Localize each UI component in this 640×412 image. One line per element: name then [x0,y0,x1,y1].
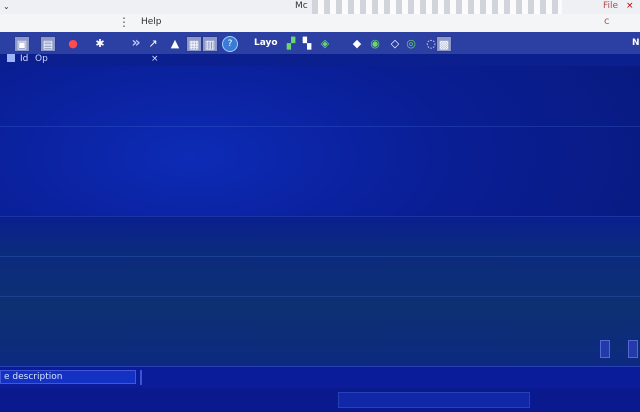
layout-icon-7[interactable]: ◎ [404,36,418,50]
menu-bar: ⋮ Help c [0,14,640,32]
options-icon[interactable] [7,54,15,62]
toolbar-right-label[interactable]: N [632,38,640,48]
star-icon[interactable]: ✱ [93,36,107,50]
cursor-icon[interactable]: ▲ [168,36,182,50]
status-divider [140,370,142,385]
layout-icon-4[interactable]: ◆ [350,36,364,50]
bottom-panel [0,388,640,412]
layout-icon-9[interactable]: ▩ [436,36,452,52]
options-bar: Id Op × [0,54,640,66]
main-toolbar: ▣ ▤ ● ✱ » ↗ ▲ ▦ ▥ ? Layo ▞ ▚ ◈ ◆ ◉ ◇ ◎ ◌… [0,32,640,55]
canvas-row [0,126,640,141]
save-icon[interactable]: ▣ [14,36,30,52]
menu-right-item[interactable]: c [604,16,610,27]
arrow-icon[interactable]: ↗ [146,36,160,50]
menu-help[interactable]: Help [141,17,162,27]
layout-icon-3[interactable]: ◈ [318,36,332,50]
canvas-row [0,216,640,231]
window-menu-chevron-icon[interactable]: ⌄ [3,3,11,11]
id-label[interactable]: Id [20,54,28,64]
description-field[interactable] [0,370,136,384]
layout-icon-1[interactable]: ▞ [284,36,298,50]
workspace-canvas[interactable] [0,66,640,366]
close-options-icon[interactable]: × [151,54,159,64]
layout-icon-2[interactable]: ▚ [300,36,314,50]
canvas-row [0,256,640,271]
scroll-handle-left[interactable] [600,340,610,358]
scroll-handle-right[interactable] [628,340,638,358]
help-icon[interactable]: ? [222,36,238,52]
menu-separator-icon: ⋮ [118,15,130,29]
grid-icon[interactable]: ▥ [202,36,218,52]
bottom-field[interactable] [338,392,530,408]
title-bar-pattern [312,0,562,14]
layout-icon-6[interactable]: ◇ [388,36,402,50]
layout-icon-5[interactable]: ◉ [368,36,382,50]
canvas-row [0,296,640,311]
options-label[interactable]: Op [35,54,48,64]
title-bar: ⌄ Mc File × [0,0,640,15]
file-label[interactable]: File [603,1,618,11]
expand-icon[interactable]: » [127,35,145,51]
window-title: Mc [295,1,308,11]
canvas-band-lower [0,306,640,366]
close-icon[interactable]: × [626,1,634,11]
open-icon[interactable]: ▤ [40,36,56,52]
record-icon[interactable]: ● [66,36,80,50]
layout-label[interactable]: Layo [254,38,278,48]
status-bar [0,366,640,389]
stack-icon[interactable]: ▦ [186,36,202,52]
